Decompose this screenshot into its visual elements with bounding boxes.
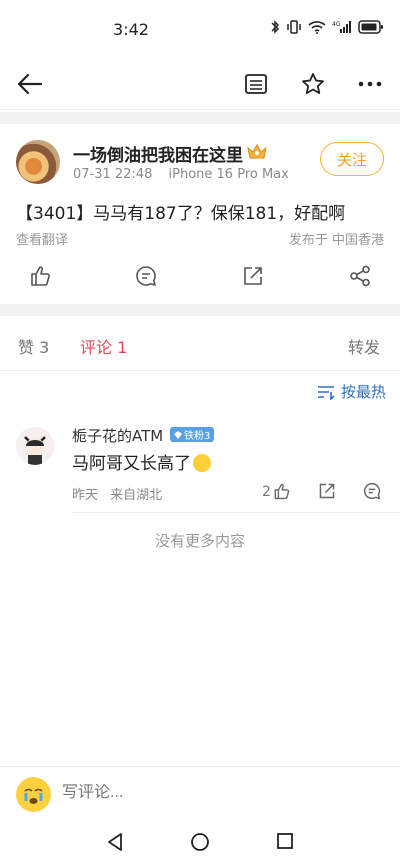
more-button[interactable] [356, 70, 384, 98]
comment-button[interactable] [132, 262, 160, 290]
section-gap [0, 112, 400, 124]
vibrate-icon [287, 20, 301, 34]
system-home-icon[interactable] [190, 832, 210, 852]
reader-button[interactable] [242, 70, 270, 98]
commenter-avatar[interactable] [16, 427, 54, 465]
repost-button[interactable] [239, 262, 267, 290]
post-location: 发布于 中国香港 [288, 233, 384, 248]
status-bar: 3:42 4G [0, 0, 400, 58]
svg-text:4G: 4G [332, 21, 341, 28]
share-out-icon [244, 267, 262, 285]
like-button[interactable] [26, 262, 54, 290]
sort-button[interactable]: 按最热 [317, 381, 386, 402]
back-arrow-icon [17, 73, 43, 95]
status-icons: 4G [270, 20, 384, 34]
top-nav-bar [0, 58, 400, 110]
post-date: 07-31 22:48 [73, 167, 153, 182]
system-back-icon[interactable] [106, 832, 124, 852]
comment-time: 昨天 [72, 488, 99, 503]
crying-emoji-icon [193, 454, 211, 472]
thumbs-up-icon [274, 483, 290, 500]
translate-link[interactable]: 查看翻译 [16, 229, 68, 248]
tab-likes[interactable]: 赞 3 [18, 334, 49, 358]
system-recents-icon[interactable] [276, 832, 294, 850]
wifi-icon [308, 21, 326, 34]
crying-face-icon [16, 777, 51, 812]
fan-badge-label: 铁粉3 [184, 431, 211, 442]
comment-text: 马阿哥又长高了 [72, 449, 211, 474]
comment-like-count: 2 [262, 483, 271, 500]
share-button[interactable] [346, 262, 374, 290]
avatar-illustration [16, 427, 54, 465]
no-more-content: 没有更多内容 [154, 532, 245, 550]
post-author-avatar[interactable] [16, 140, 60, 184]
comment-repost-icon[interactable] [318, 482, 336, 500]
back-button[interactable] [16, 70, 44, 98]
bluetooth-icon [271, 20, 280, 34]
favorite-button[interactable] [299, 70, 327, 98]
comment-text-content: 马阿哥又长高了 [72, 454, 191, 474]
comment-like-button[interactable]: 2 [262, 483, 290, 500]
status-time: 3:42 [113, 20, 149, 39]
post-device: iPhone 16 Pro Max [168, 167, 289, 182]
post-author-name[interactable]: 一场倒油把我困在这里 [73, 141, 243, 166]
divider [0, 766, 400, 767]
comment-icon [136, 266, 156, 286]
comment-input[interactable] [62, 784, 362, 802]
divider [0, 370, 400, 371]
comment-reply-icon[interactable] [363, 482, 381, 500]
divider [72, 512, 400, 513]
sort-label: 按最热 [340, 383, 386, 401]
share-icon [350, 265, 370, 287]
star-icon [302, 73, 324, 94]
diamond-icon [174, 430, 182, 439]
section-gap [0, 304, 400, 316]
follow-button[interactable]: 关注 [320, 142, 384, 176]
sort-icon [317, 385, 335, 400]
my-avatar[interactable] [16, 777, 51, 812]
signal-icon: 4G [332, 21, 351, 33]
reader-icon [245, 74, 267, 94]
fan-badge: 铁粉3 [170, 427, 215, 442]
comment-meta: 昨天 来自湖北 [72, 484, 170, 503]
tab-reposts[interactable]: 转发 [348, 334, 380, 358]
comment-origin: 来自湖北 [110, 488, 163, 503]
tab-comments[interactable]: 评论 1 [80, 334, 127, 358]
post-meta: 07-31 22:48 iPhone 16 Pro Max [73, 167, 301, 182]
more-icon [358, 81, 382, 87]
thumbs-up-icon [31, 266, 50, 286]
battery-icon [358, 20, 383, 34]
post-text: 【3401】马马有187了？保保181，好配啊 [16, 204, 346, 224]
crown-badge-icon [247, 143, 267, 159]
commenter-name[interactable]: 栀子花的ATM [72, 425, 163, 446]
